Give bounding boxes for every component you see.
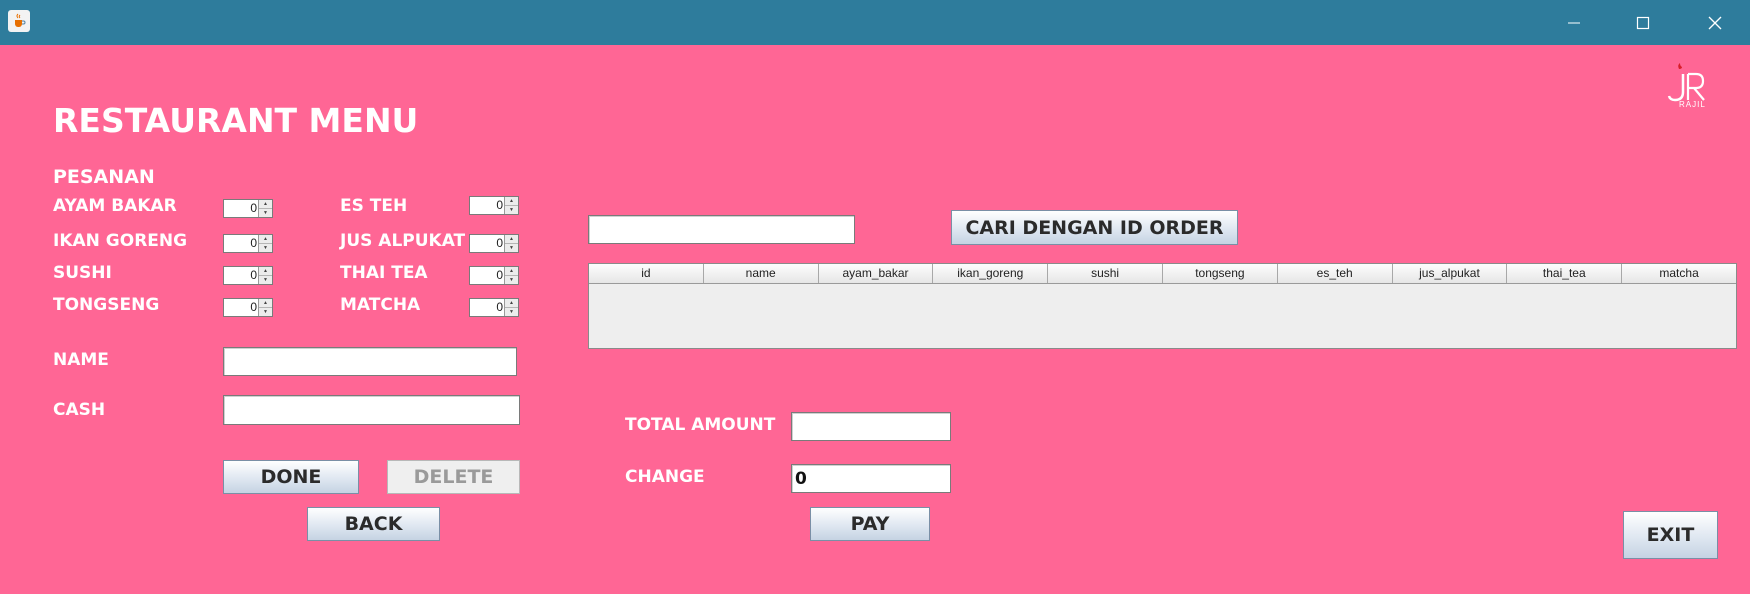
- change-input[interactable]: [792, 465, 950, 492]
- quantity-value[interactable]: 0: [470, 267, 505, 284]
- close-button[interactable]: [1680, 0, 1750, 45]
- item-label-sushi: SUSHI: [53, 263, 112, 283]
- column-header[interactable]: thai_tea: [1507, 264, 1623, 283]
- name-input[interactable]: [224, 348, 516, 375]
- name-label: NAME: [53, 350, 109, 370]
- main-panel: RAJIL RESTAURANT MENU PESANAN AYAM BAKAR…: [0, 45, 1750, 594]
- search-order-id-input[interactable]: [589, 216, 854, 243]
- quantity-spinner-thai-tea[interactable]: 0 ▲ ▼: [469, 266, 519, 285]
- page-title: RESTAURANT MENU: [53, 101, 419, 140]
- column-header[interactable]: name: [704, 264, 819, 283]
- minimize-icon: [1568, 22, 1580, 23]
- column-header[interactable]: id: [589, 264, 704, 283]
- change-label: CHANGE: [625, 467, 705, 487]
- spinner-down-icon[interactable]: ▼: [259, 209, 272, 217]
- item-label-matcha: MATCHA: [340, 295, 421, 315]
- delete-button[interactable]: DELETE: [387, 460, 520, 494]
- column-header[interactable]: sushi: [1048, 264, 1163, 283]
- column-header[interactable]: jus_alpukat: [1393, 264, 1508, 283]
- spinner-down-icon[interactable]: ▼: [259, 276, 272, 284]
- spinner-up-icon[interactable]: ▲: [505, 197, 518, 206]
- column-header[interactable]: ayam_bakar: [819, 264, 934, 283]
- quantity-spinner-ikan-goreng[interactable]: 0 ▲ ▼: [223, 234, 273, 253]
- spinner-up-icon[interactable]: ▲: [505, 299, 518, 308]
- column-header[interactable]: es_teh: [1278, 264, 1393, 283]
- item-label-es-teh: ES TEH: [340, 196, 408, 216]
- spinner-arrows[interactable]: ▲ ▼: [258, 200, 272, 217]
- quantity-spinner-jus-alpukat[interactable]: 0 ▲ ▼: [469, 234, 519, 253]
- quantity-spinner-ayam-bakar[interactable]: 0 ▲ ▼: [223, 199, 273, 218]
- java-cup-icon: [8, 10, 30, 32]
- cash-label: CASH: [53, 400, 106, 420]
- quantity-spinner-sushi[interactable]: 0 ▲ ▼: [223, 266, 273, 285]
- item-label-ikan-goreng: IKAN GORENG: [53, 231, 188, 251]
- item-label-tongseng: TONGSENG: [53, 295, 160, 315]
- spinner-arrows[interactable]: ▲ ▼: [258, 267, 272, 284]
- search-order-id-field[interactable]: [588, 215, 855, 244]
- spinner-up-icon[interactable]: ▲: [505, 235, 518, 244]
- quantity-value[interactable]: 0: [470, 197, 505, 214]
- search-order-button[interactable]: CARI DENGAN ID ORDER: [951, 210, 1238, 245]
- quantity-value[interactable]: 0: [224, 267, 259, 284]
- close-icon: [1708, 16, 1722, 29]
- logo-text: RAJIL: [1679, 100, 1706, 109]
- table-body[interactable]: [589, 284, 1736, 348]
- exit-button[interactable]: EXIT: [1623, 511, 1718, 559]
- window-titlebar: [0, 0, 1750, 45]
- spinner-up-icon[interactable]: ▲: [505, 267, 518, 276]
- total-amount-input[interactable]: [792, 413, 950, 440]
- quantity-spinner-es-teh[interactable]: 0 ▲ ▼: [469, 196, 519, 215]
- total-amount-label: TOTAL AMOUNT: [625, 415, 776, 435]
- spinner-arrows[interactable]: ▲ ▼: [504, 235, 518, 252]
- quantity-spinner-tongseng[interactable]: 0 ▲ ▼: [223, 298, 273, 317]
- item-label-thai-tea: THAI TEA: [340, 263, 428, 283]
- spinner-arrows[interactable]: ▲ ▼: [504, 197, 518, 214]
- spinner-up-icon[interactable]: ▲: [259, 299, 272, 308]
- change-field[interactable]: [791, 464, 951, 493]
- maximize-button[interactable]: [1608, 0, 1678, 45]
- quantity-value[interactable]: 0: [470, 299, 505, 316]
- done-button[interactable]: DONE: [223, 460, 359, 494]
- spinner-down-icon[interactable]: ▼: [505, 308, 518, 316]
- order-section-label: PESANAN: [53, 166, 155, 188]
- minimize-button[interactable]: [1539, 0, 1609, 45]
- spinner-arrows[interactable]: ▲ ▼: [504, 267, 518, 284]
- total-amount-field[interactable]: [791, 412, 951, 441]
- restaurant-logo: RAJIL: [1659, 60, 1719, 112]
- spinner-arrows[interactable]: ▲ ▼: [258, 235, 272, 252]
- column-header[interactable]: ikan_goreng: [933, 264, 1049, 283]
- spinner-up-icon[interactable]: ▲: [259, 235, 272, 244]
- column-header[interactable]: tongseng: [1163, 264, 1278, 283]
- spinner-down-icon[interactable]: ▼: [259, 244, 272, 252]
- spinner-arrows[interactable]: ▲ ▼: [258, 299, 272, 316]
- quantity-value[interactable]: 0: [224, 235, 259, 252]
- orders-table[interactable]: id name ayam_bakar ikan_goreng sushi ton…: [588, 263, 1737, 349]
- item-label-jus-alpukat: JUS ALPUKAT: [340, 231, 466, 251]
- table-header: id name ayam_bakar ikan_goreng sushi ton…: [589, 264, 1736, 284]
- quantity-spinner-matcha[interactable]: 0 ▲ ▼: [469, 298, 519, 317]
- spinner-up-icon[interactable]: ▲: [259, 200, 272, 209]
- spinner-up-icon[interactable]: ▲: [259, 267, 272, 276]
- name-field[interactable]: [223, 347, 517, 376]
- quantity-value[interactable]: 0: [470, 235, 505, 252]
- pay-button[interactable]: PAY: [810, 507, 930, 541]
- spinner-arrows[interactable]: ▲ ▼: [504, 299, 518, 316]
- back-button[interactable]: BACK: [307, 507, 440, 541]
- spinner-down-icon[interactable]: ▼: [505, 244, 518, 252]
- spinner-down-icon[interactable]: ▼: [505, 206, 518, 214]
- maximize-icon: [1636, 16, 1650, 29]
- item-label-ayam-bakar: AYAM BAKAR: [53, 196, 177, 216]
- spinner-down-icon[interactable]: ▼: [505, 276, 518, 284]
- quantity-value[interactable]: 0: [224, 299, 259, 316]
- cash-input[interactable]: [224, 396, 519, 424]
- column-header[interactable]: matcha: [1622, 264, 1736, 283]
- quantity-value[interactable]: 0: [224, 200, 259, 217]
- spinner-down-icon[interactable]: ▼: [259, 308, 272, 316]
- cash-field[interactable]: [223, 395, 520, 425]
